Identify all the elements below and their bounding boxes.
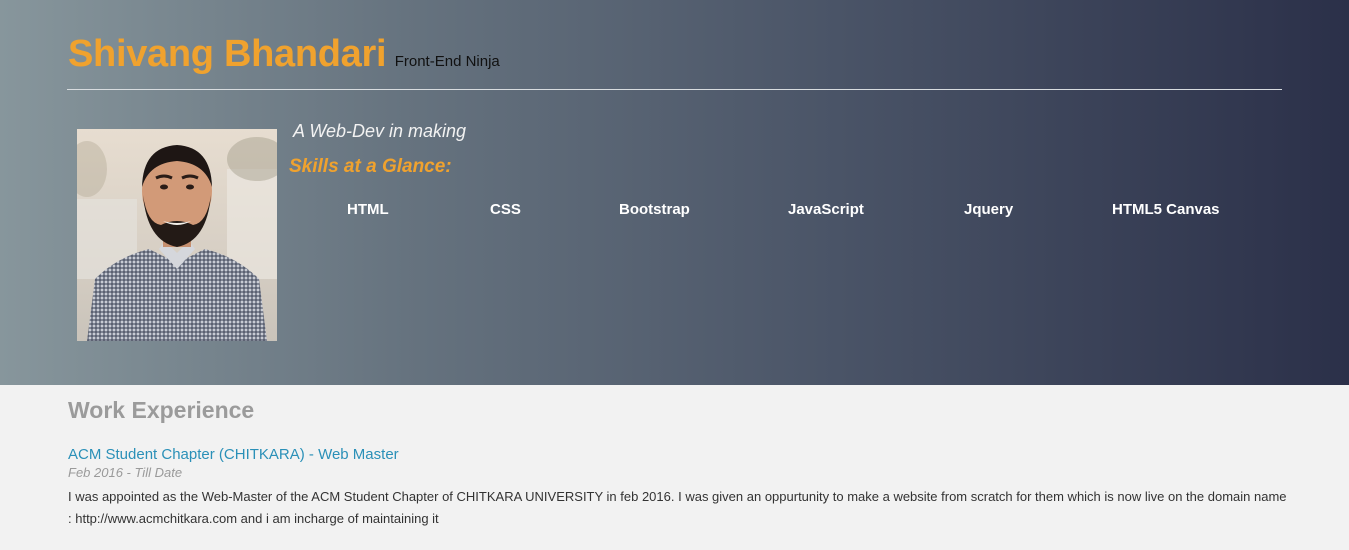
skill-html: HTML xyxy=(347,201,389,218)
skill-javascript: JavaScript xyxy=(788,201,864,218)
name-row: Shivang Bhandari Front-End Ninja xyxy=(68,33,500,76)
skill-bootstrap: Bootstrap xyxy=(619,201,690,218)
skills-heading: Skills at a Glance: xyxy=(289,156,452,177)
skill-html5-canvas: HTML5 Canvas xyxy=(1112,201,1220,218)
header-divider xyxy=(67,89,1282,90)
job-title-link[interactable]: ACM Student Chapter (CHITKARA) - Web Mas… xyxy=(68,446,399,463)
skill-jquery: Jquery xyxy=(964,201,1014,218)
skill-css: CSS xyxy=(490,201,521,218)
profile-tagline: Front-End Ninja xyxy=(394,53,500,70)
job-date: Feb 2016 - Till Date xyxy=(68,465,183,480)
section-title: Work Experience xyxy=(68,397,255,423)
work-experience-section: Work Experience ACM Student Chapter (CHI… xyxy=(0,385,1349,550)
profile-header: Shivang Bhandari Front-End Ninja A Web-D… xyxy=(0,0,1349,385)
profile-name: Shivang Bhandari xyxy=(68,33,387,75)
profile-photo xyxy=(77,129,277,341)
job-description: I was appointed as the Web-Master of the… xyxy=(68,489,1287,526)
profile-subtitle: A Web-Dev in making xyxy=(293,121,467,141)
